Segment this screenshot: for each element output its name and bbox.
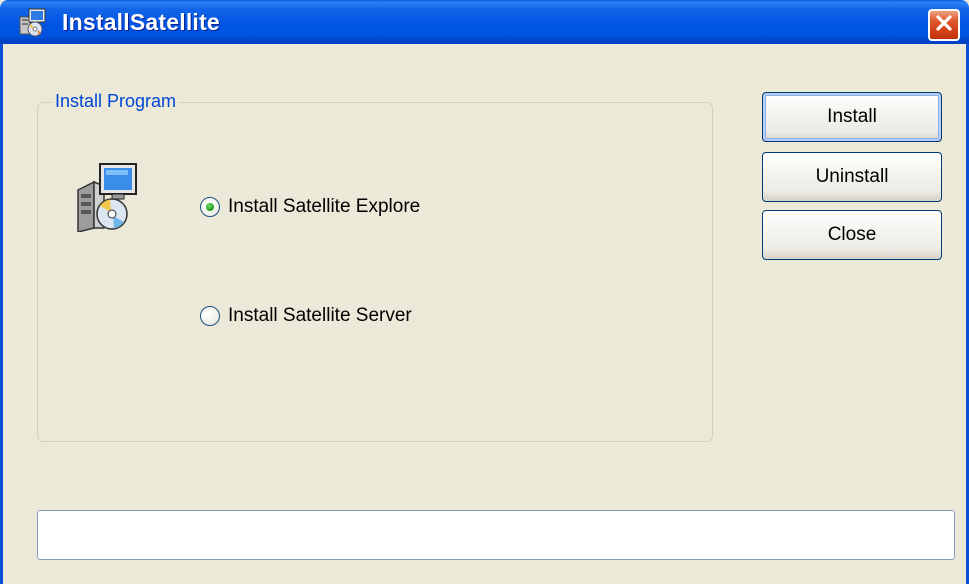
groupbox-legend: Install Program (52, 91, 180, 112)
option-label: Install Satellite Server (228, 305, 412, 326)
install-button[interactable]: Install (762, 92, 942, 142)
close-window-button[interactable] (928, 9, 960, 41)
install-program-groupbox (37, 102, 713, 442)
installer-icon (18, 7, 48, 37)
title-bar[interactable]: InstallSatellite (0, 0, 969, 44)
radio-install-explore[interactable] (200, 197, 220, 217)
window-frame-left (0, 44, 3, 584)
close-button[interactable]: Close (762, 210, 942, 260)
status-field[interactable] (37, 510, 955, 560)
option-install-explore[interactable]: Install Satellite Explore (200, 196, 420, 218)
option-label: Install Satellite Explore (228, 196, 421, 217)
installer-window: InstallSatellite Install Program Install… (0, 0, 969, 584)
window-title: InstallSatellite (62, 9, 220, 35)
option-install-server[interactable]: Install Satellite Server (200, 305, 412, 327)
uninstall-button[interactable]: Uninstall (762, 152, 942, 202)
radio-install-server[interactable] (200, 306, 220, 326)
close-icon (934, 13, 954, 38)
setup-package-icon (74, 162, 140, 233)
